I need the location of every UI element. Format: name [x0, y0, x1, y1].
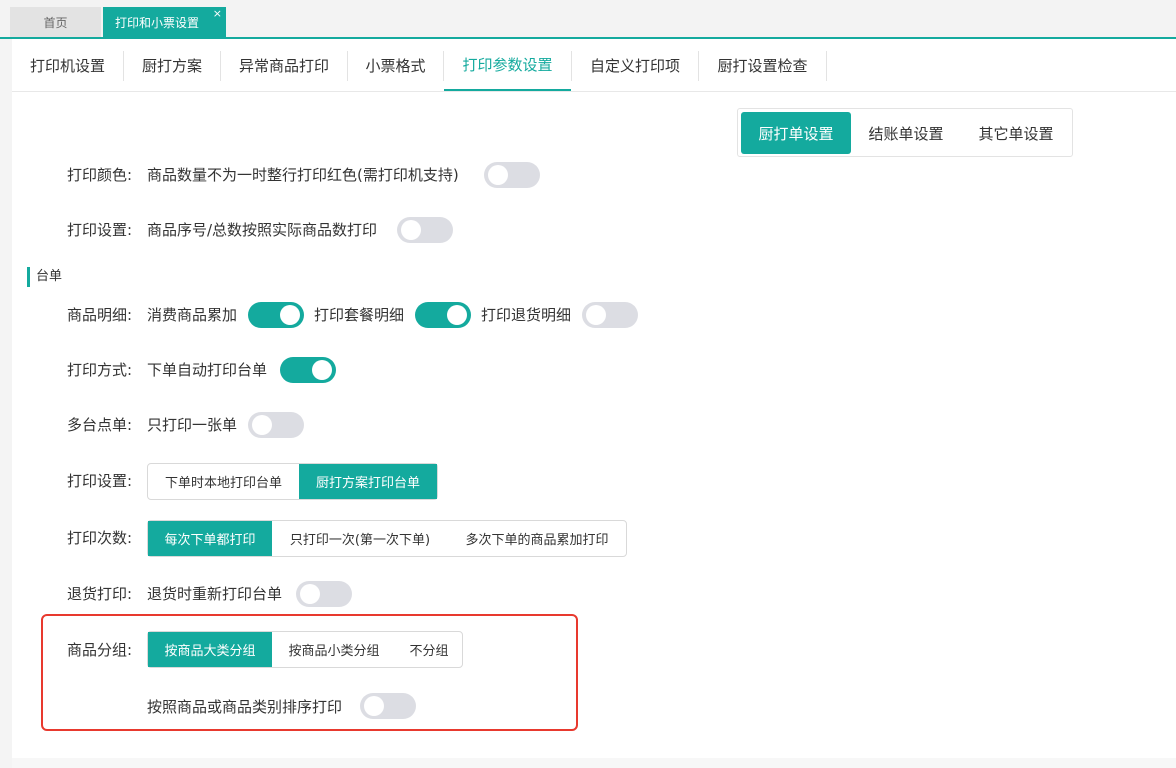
reprint-on-return-toggle[interactable] [296, 581, 352, 607]
print-once-option[interactable]: 只打印一次(第一次下单) [272, 521, 448, 556]
group-by-category-option[interactable]: 按商品大类分组 [148, 632, 272, 667]
return-detail-label: 打印退货明细 [481, 306, 572, 324]
auto-print-toggle[interactable] [280, 357, 336, 383]
subnav-custom-print-items[interactable]: 自定义打印项 [572, 39, 698, 91]
accumulate-items-toggle[interactable] [248, 302, 304, 328]
subnav-print-params[interactable]: 打印参数设置 [444, 39, 571, 91]
set-meal-detail-label: 打印套餐明细 [314, 306, 405, 324]
order-type-switch: 厨打单设置 结账单设置 其它单设置 [737, 108, 1073, 157]
local-print-option[interactable]: 下单时本地打印台单 [148, 464, 299, 499]
close-icon[interactable]: × [213, 8, 222, 20]
item-sequence-toggle[interactable] [397, 217, 453, 243]
sort-print-label: 按照商品或商品类别排序打印 [147, 698, 343, 716]
print-accumulate-option[interactable]: 多次下单的商品累加打印 [448, 521, 626, 556]
no-group-option[interactable]: 不分组 [396, 632, 462, 667]
sub-navigation: 打印机设置 厨打方案 异常商品打印 小票格式 打印参数设置 自定义打印项 厨打设… [12, 39, 1176, 92]
tab-home[interactable]: 首页 [10, 7, 101, 37]
multi-table-label: 多台点单: [67, 416, 133, 434]
set-meal-detail-toggle[interactable] [415, 302, 471, 328]
subnav-receipt-format[interactable]: 小票格式 [348, 39, 443, 91]
group-by-subcategory-option[interactable]: 按商品小类分组 [272, 632, 396, 667]
print-color-option: 商品数量不为一时整行打印红色(需打印机支持) [147, 166, 459, 184]
subnav-kitchen-check[interactable]: 厨打设置检查 [699, 39, 826, 91]
item-group-label: 商品分组: [67, 641, 133, 659]
reprint-on-return-label: 退货时重新打印台单 [147, 585, 283, 603]
print-count-label: 打印次数: [67, 529, 133, 547]
tab-label: 打印和小票设置 [115, 16, 200, 30]
auto-print-label: 下单自动打印台单 [147, 361, 268, 379]
accumulate-items-label: 消费商品累加 [147, 306, 238, 324]
print-mode-label: 打印方式: [67, 361, 133, 379]
return-print-label: 退货打印: [67, 585, 133, 603]
item-group-options: 按商品大类分组 按商品小类分组 不分组 [147, 631, 463, 668]
tab-print-settings[interactable]: 打印和小票设置 × [103, 7, 226, 38]
table-print-setting-group: 下单时本地打印台单 厨打方案打印台单 [147, 463, 438, 500]
print-setting-label: 打印设置: [67, 221, 133, 239]
subnav-divider [826, 51, 827, 81]
print-count-group: 每次下单都打印 只打印一次(第一次下单) 多次下单的商品累加打印 [147, 520, 627, 557]
single-sheet-toggle[interactable] [248, 412, 304, 438]
left-gutter [0, 39, 12, 768]
print-color-label: 打印颜色: [67, 166, 133, 184]
checkout-settings-button[interactable]: 结账单设置 [851, 112, 961, 154]
subnav-printer-settings[interactable]: 打印机设置 [12, 39, 123, 91]
print-every-order-option[interactable]: 每次下单都打印 [148, 521, 272, 556]
kitchen-order-settings-button[interactable]: 厨打单设置 [741, 112, 851, 154]
subnav-kitchen-scheme[interactable]: 厨打方案 [124, 39, 220, 91]
print-color-toggle[interactable] [484, 162, 540, 188]
kitchen-scheme-print-option[interactable]: 厨打方案打印台单 [299, 464, 437, 499]
item-detail-label: 商品明细: [67, 306, 133, 324]
section-title: 台单 [36, 269, 63, 284]
bottom-gutter [12, 758, 1176, 768]
print-setting-option: 商品序号/总数按照实际商品数打印 [147, 221, 378, 239]
sort-print-toggle[interactable] [360, 693, 416, 719]
subnav-abnormal-item-print[interactable]: 异常商品打印 [221, 39, 347, 91]
return-detail-toggle[interactable] [582, 302, 638, 328]
section-marker [27, 267, 30, 287]
other-settings-button[interactable]: 其它单设置 [961, 112, 1071, 154]
single-sheet-label: 只打印一张单 [147, 416, 238, 434]
table-print-setting-label: 打印设置: [67, 472, 133, 490]
top-tab-bar: 首页 打印和小票设置 × [0, 0, 1176, 39]
